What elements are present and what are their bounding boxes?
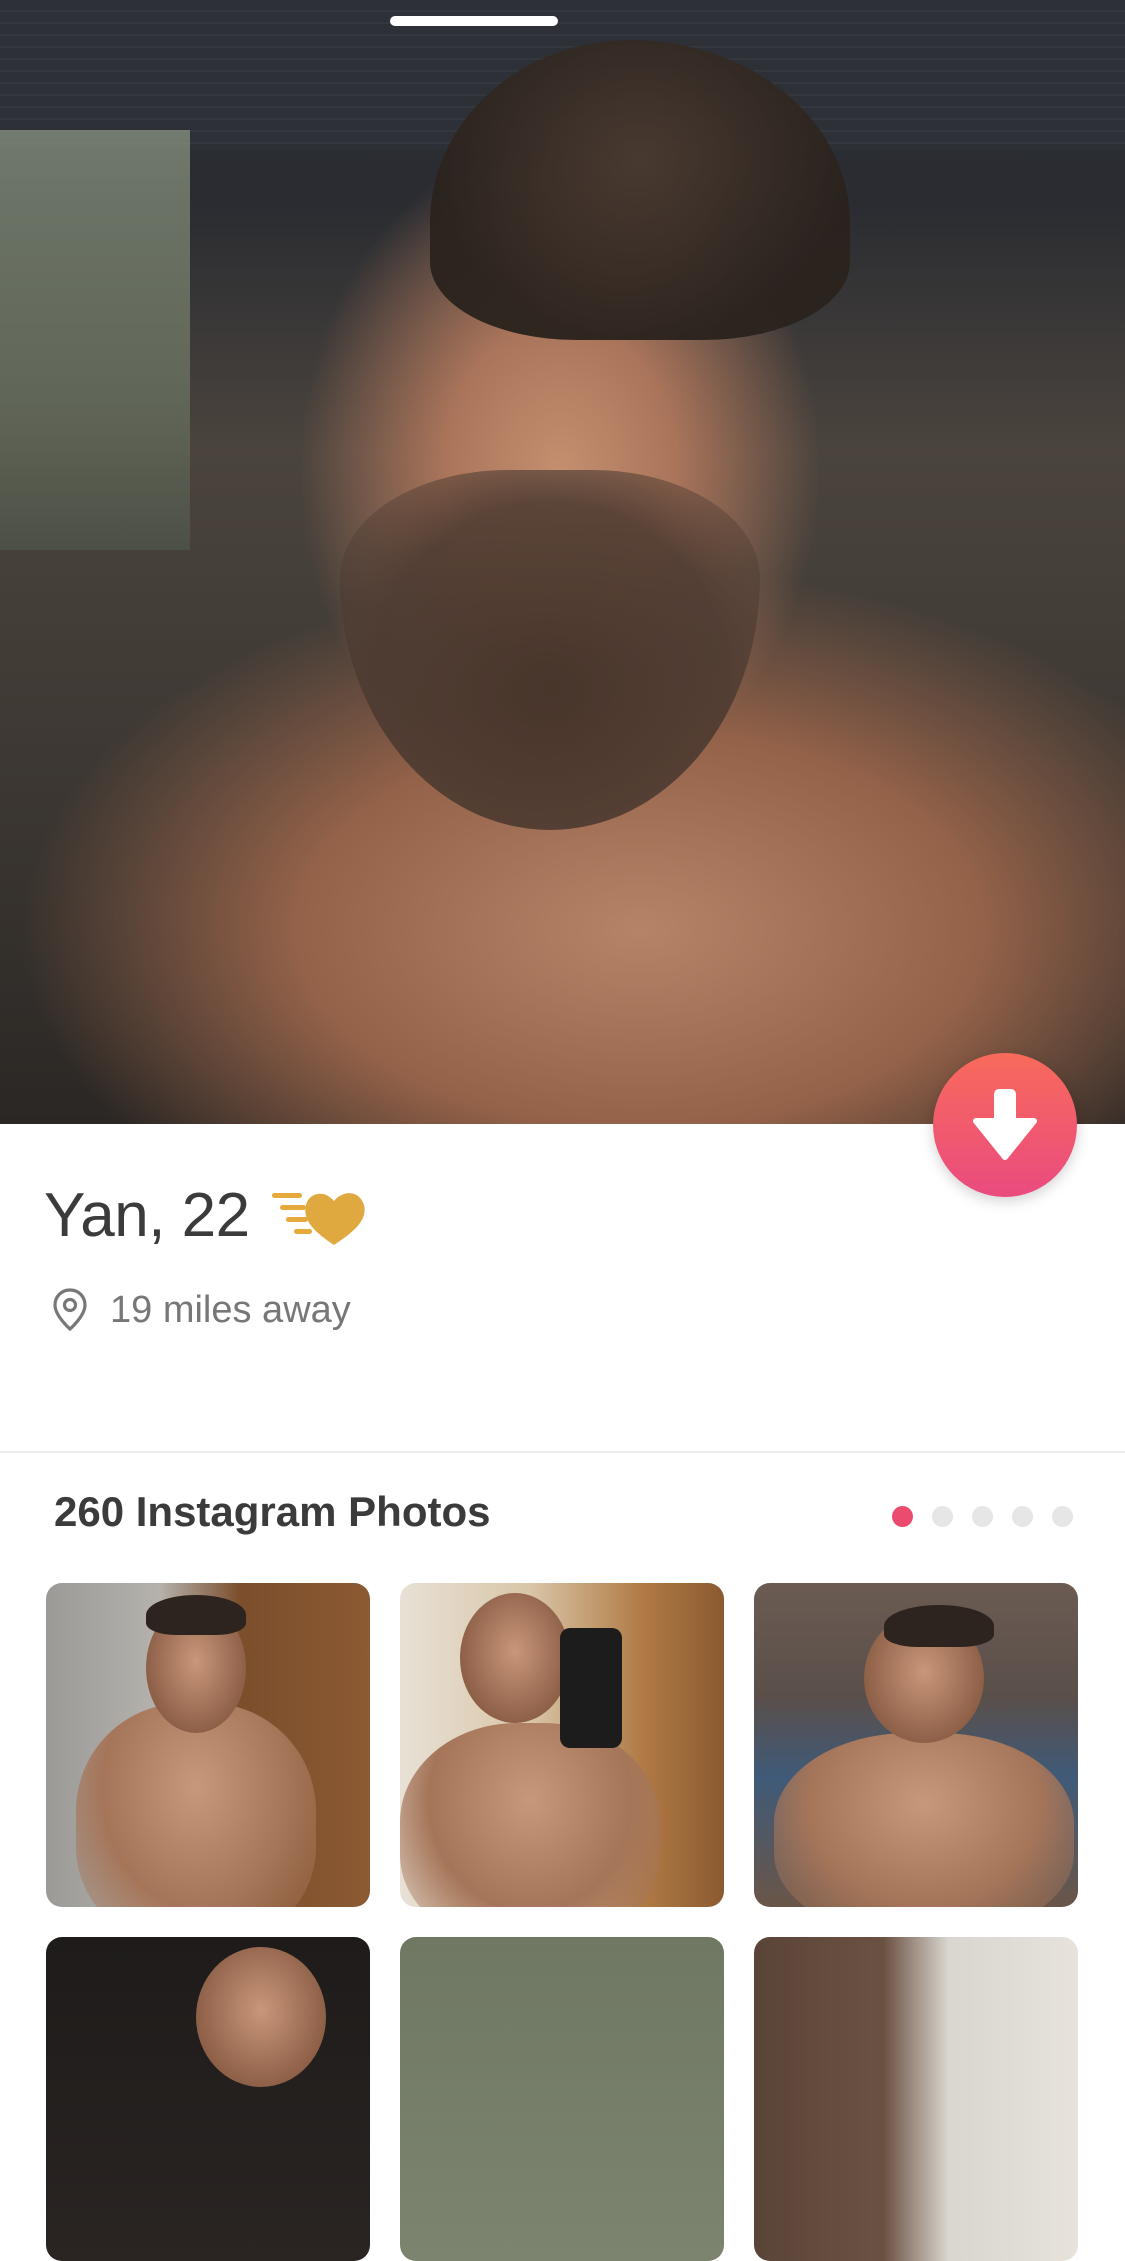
photo-subject-hair <box>146 1595 246 1635</box>
arrow-down-icon <box>973 1089 1037 1160</box>
profile-distance: 19 miles away <box>110 1288 351 1331</box>
pager-dot-4[interactable] <box>1012 1506 1033 1527</box>
section-divider <box>0 1451 1125 1453</box>
photo-subject-head <box>196 1947 326 2087</box>
profile-main-photo[interactable] <box>0 0 1125 1124</box>
instagram-photo-3[interactable] <box>754 1583 1078 1907</box>
collapse-profile-button[interactable] <box>933 1053 1077 1197</box>
instagram-photo-6[interactable] <box>754 1937 1078 2261</box>
photo-subject <box>400 1723 660 1907</box>
pager-dot-5[interactable] <box>1052 1506 1073 1527</box>
phone-in-photo <box>560 1628 622 1748</box>
instagram-photo-5[interactable] <box>400 1937 724 2261</box>
profile-distance-row: 19 miles away <box>52 1285 351 1335</box>
instagram-photo-4[interactable] <box>46 1937 370 2261</box>
pager-dot-2[interactable] <box>932 1506 953 1527</box>
photo-window-detail <box>0 130 190 550</box>
pager-dot-3[interactable] <box>972 1506 993 1527</box>
photo-subject <box>774 1733 1074 1907</box>
profile-name-age: Yan, 22 <box>44 1180 250 1250</box>
profile-name-row: Yan, 22 <box>44 1175 376 1255</box>
photo-subject-head <box>460 1593 570 1723</box>
photo-subject-hair <box>884 1605 994 1647</box>
photo-subject <box>76 1703 316 1907</box>
instagram-photo-2[interactable] <box>400 1583 724 1907</box>
boost-heart-icon <box>271 1193 365 1245</box>
instagram-pager[interactable] <box>892 1506 1073 1527</box>
photo-subject-beard <box>340 470 760 830</box>
instagram-photo-grid <box>46 1583 1080 2261</box>
pager-dot-1[interactable] <box>892 1506 913 1527</box>
location-pin-icon <box>53 1288 87 1332</box>
home-indicator[interactable] <box>390 16 558 26</box>
instagram-section-title: 260 Instagram Photos <box>54 1488 491 1535</box>
instagram-photo-1[interactable] <box>46 1583 370 1907</box>
